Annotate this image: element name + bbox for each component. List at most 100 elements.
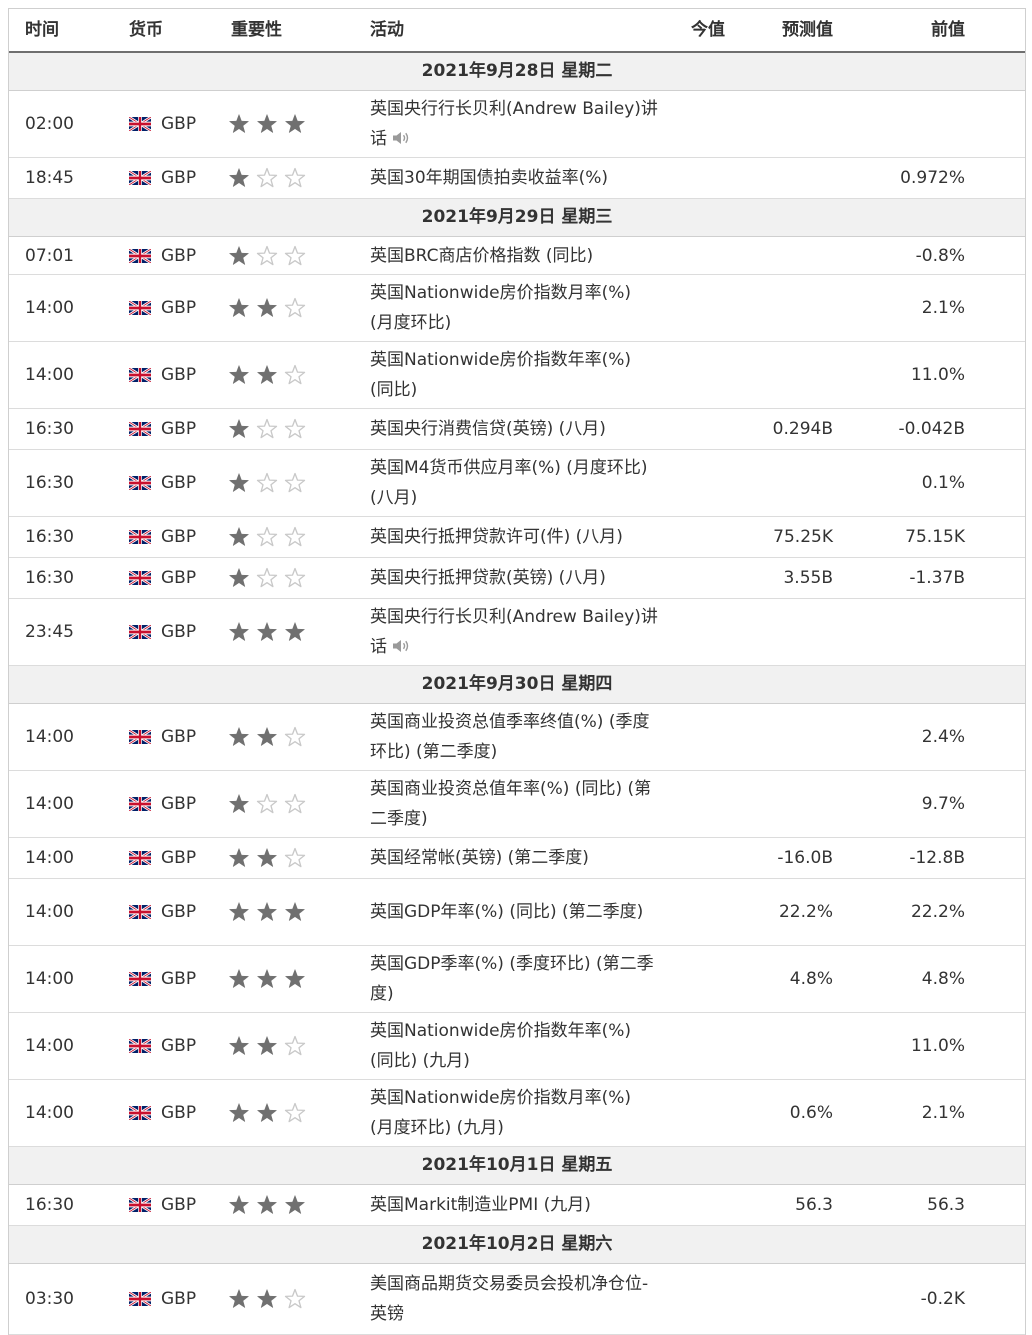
star-empty-icon [256, 793, 278, 814]
table-row[interactable]: 16:30 GBP 英国Markit制造业PMI (九月) 56.3 56.3 [9, 1185, 1025, 1226]
uk-flag-icon [129, 301, 151, 315]
event-name-text[interactable]: 英国GDP年率(%) (同比) (第二季度) [370, 902, 643, 922]
event-name-text[interactable]: 英国Markit制造业PMI (九月) [370, 1195, 591, 1215]
event-previous: 0.1% [921, 473, 965, 493]
event-name[interactable]: 英国Nationwide房价指数月率(%) (月度环比) (九月) [370, 1083, 660, 1143]
event-name[interactable]: 英国Nationwide房价指数月率(%) (月度环比) [370, 278, 660, 338]
event-name-text[interactable]: 英国央行消费信贷(英镑) (八月) [370, 419, 606, 439]
event-name[interactable]: 英国GDP季率(%) (季度环比) (第二季度) [370, 949, 660, 1009]
event-previous: 2.4% [921, 727, 965, 747]
star-filled-icon [229, 794, 249, 813]
event-name[interactable]: 英国央行抵押贷款许可(件) (八月) [370, 522, 660, 552]
event-previous: 56.3 [927, 1195, 965, 1215]
event-name-text[interactable]: 英国Nationwide房价指数年率(%) (同比) [370, 350, 631, 400]
event-currency: GBP [161, 473, 197, 493]
table-row[interactable]: 14:00 GBP 英国Nationwide房价指数年率(%) (同比) 11.0% [9, 342, 1025, 409]
header-currency[interactable]: 货币 [129, 9, 163, 51]
table-row[interactable]: 23:45 GBP 英国央行行长贝利(Andrew Bailey)讲话 [9, 599, 1025, 666]
event-name[interactable]: 英国央行行长贝利(Andrew Bailey)讲话 [370, 602, 660, 662]
star-empty-icon [284, 472, 306, 493]
event-name[interactable]: 英国BRC商店价格指数 (同比) [370, 241, 660, 271]
importance-stars [229, 726, 306, 747]
star-empty-icon [284, 726, 306, 747]
event-name[interactable]: 英国商业投资总值年率(%) (同比) (第二季度) [370, 774, 660, 834]
table-row[interactable]: 14:00 GBP 英国经常帐(英镑) (第二季度) -16.0B -12.8B [9, 838, 1025, 879]
event-name[interactable]: 英国M4货币供应月率(%) (月度环比) (八月) [370, 453, 660, 513]
table-row[interactable]: 18:45 GBP 英国30年期国债拍卖收益率(%) 0.972% [9, 158, 1025, 199]
star-filled-icon [257, 848, 277, 867]
table-row[interactable]: 14:00 GBP 英国GDP季率(%) (季度环比) (第二季度) 4.8% 4.8% [9, 946, 1025, 1013]
event-name-text[interactable]: 英国央行抵押贷款许可(件) (八月) [370, 527, 623, 547]
event-name[interactable]: 英国30年期国债拍卖收益率(%) [370, 163, 660, 193]
event-name-text[interactable]: 英国央行行长贝利(Andrew Bailey)讲话 [370, 607, 658, 657]
event-time: 16:30 [25, 527, 74, 547]
event-name[interactable]: 英国Nationwide房价指数年率(%) (同比) (九月) [370, 1016, 660, 1076]
table-row[interactable]: 16:30 GBP 英国央行消费信贷(英镑) (八月) 0.294B -0.042B [9, 409, 1025, 450]
star-filled-icon [257, 1195, 277, 1214]
table-row[interactable]: 14:00 GBP 英国GDP年率(%) (同比) (第二季度) 22.2% 22.2% [9, 879, 1025, 946]
table-row[interactable]: 14:00 GBP 英国Nationwide房价指数年率(%) (同比) (九月) 1… [9, 1013, 1025, 1080]
uk-flag-icon [129, 905, 151, 919]
event-name[interactable]: 英国Markit制造业PMI (九月) [370, 1190, 660, 1220]
day-header: 2021年10月1日 星期五 [9, 1147, 1025, 1185]
event-time: 14:00 [25, 902, 74, 922]
event-previous: -0.042B [898, 419, 965, 439]
star-empty-icon [284, 793, 306, 814]
event-name-text[interactable]: 英国Nationwide房价指数月率(%) (月度环比) [370, 283, 631, 333]
table-row[interactable]: 02:00 GBP 英国央行行长贝利(Andrew Bailey)讲话 [9, 91, 1025, 158]
event-name[interactable]: 美国商品期货交易委员会投机净仓位-英镑 [370, 1269, 660, 1329]
table-row[interactable]: 14:00 GBP 英国商业投资总值年率(%) (同比) (第二季度) 9.7% [9, 771, 1025, 838]
uk-flag-icon [129, 117, 151, 131]
event-name-text[interactable]: 英国央行行长贝利(Andrew Bailey)讲话 [370, 99, 658, 149]
header-event[interactable]: 活动 [370, 9, 404, 51]
star-filled-icon [257, 365, 277, 384]
day-header: 2021年9月30日 星期四 [9, 666, 1025, 704]
header-forecast[interactable]: 预测值 [782, 9, 833, 51]
table-row[interactable]: 14:00 GBP 英国商业投资总值季率终值(%) (季度环比) (第二季度) 2.4… [9, 704, 1025, 771]
star-filled-icon [285, 1195, 305, 1214]
event-previous: 9.7% [921, 794, 965, 814]
event-name-text[interactable]: 英国GDP季率(%) (季度环比) (第二季度) [370, 954, 654, 1004]
header-time[interactable]: 时间 [25, 9, 59, 51]
table-row[interactable]: 14:00 GBP 英国Nationwide房价指数月率(%) (月度环比) (九月… [9, 1080, 1025, 1147]
table-row[interactable]: 16:30 GBP 英国央行抵押贷款(英镑) (八月) 3.55B -1.37B [9, 558, 1025, 599]
uk-flag-icon [129, 1039, 151, 1053]
event-name-text[interactable]: 英国30年期国债拍卖收益率(%) [370, 168, 608, 188]
event-name-text[interactable]: 英国M4货币供应月率(%) (月度环比) (八月) [370, 458, 648, 508]
event-name[interactable]: 英国商业投资总值季率终值(%) (季度环比) (第二季度) [370, 707, 660, 767]
header-previous[interactable]: 前值 [931, 9, 965, 51]
event-name[interactable]: 英国Nationwide房价指数年率(%) (同比) [370, 345, 660, 405]
event-name-text[interactable]: 英国央行抵押贷款(英镑) (八月) [370, 568, 606, 588]
star-empty-icon [284, 526, 306, 547]
event-name[interactable]: 英国央行抵押贷款(英镑) (八月) [370, 563, 660, 593]
star-filled-icon [257, 969, 277, 988]
star-filled-icon [229, 848, 249, 867]
event-name-text[interactable]: 英国Nationwide房价指数年率(%) (同比) (九月) [370, 1021, 631, 1071]
table-row[interactable]: 14:00 GBP 英国Nationwide房价指数月率(%) (月度环比) 2.1% [9, 275, 1025, 342]
event-name[interactable]: 英国经常帐(英镑) (第二季度) [370, 843, 660, 873]
star-empty-icon [256, 472, 278, 493]
table-row[interactable]: 03:30 GBP 美国商品期货交易委员会投机净仓位-英镑 -0.2K [9, 1264, 1025, 1335]
star-filled-icon [229, 969, 249, 988]
event-name-text[interactable]: 美国商品期货交易委员会投机净仓位-英镑 [370, 1274, 648, 1324]
event-name[interactable]: 英国央行消费信贷(英镑) (八月) [370, 414, 660, 444]
event-name-text[interactable]: 英国商业投资总值年率(%) (同比) (第二季度) [370, 779, 651, 829]
star-filled-icon [285, 969, 305, 988]
star-filled-icon [257, 1036, 277, 1055]
calendar-body: 2021年9月28日 星期二 02:00 GBP 英国央行行长贝利(Andrew Ba… [9, 53, 1025, 1335]
event-name-text[interactable]: 英国Nationwide房价指数月率(%) (月度环比) (九月) [370, 1088, 631, 1138]
header-importance[interactable]: 重要性 [231, 9, 282, 51]
event-name[interactable]: 英国央行行长贝利(Andrew Bailey)讲话 [370, 94, 660, 154]
event-forecast: 56.3 [795, 1195, 833, 1215]
table-row[interactable]: 16:30 GBP 英国央行抵押贷款许可(件) (八月) 75.25K 75.15K [9, 517, 1025, 558]
event-name-text[interactable]: 英国经常帐(英镑) (第二季度) [370, 848, 589, 868]
importance-stars [229, 1288, 306, 1309]
event-name[interactable]: 英国GDP年率(%) (同比) (第二季度) [370, 897, 660, 927]
event-time: 16:30 [25, 568, 74, 588]
event-name-text[interactable]: 英国商业投资总值季率终值(%) (季度环比) (第二季度) [370, 712, 649, 762]
table-row[interactable]: 07:01 GBP 英国BRC商店价格指数 (同比) -0.8% [9, 237, 1025, 275]
table-row[interactable]: 16:30 GBP 英国M4货币供应月率(%) (月度环比) (八月) 0.1% [9, 450, 1025, 517]
event-name-text[interactable]: 英国BRC商店价格指数 (同比) [370, 246, 593, 266]
event-currency: GBP [161, 902, 197, 922]
header-actual[interactable]: 今值 [691, 9, 725, 51]
